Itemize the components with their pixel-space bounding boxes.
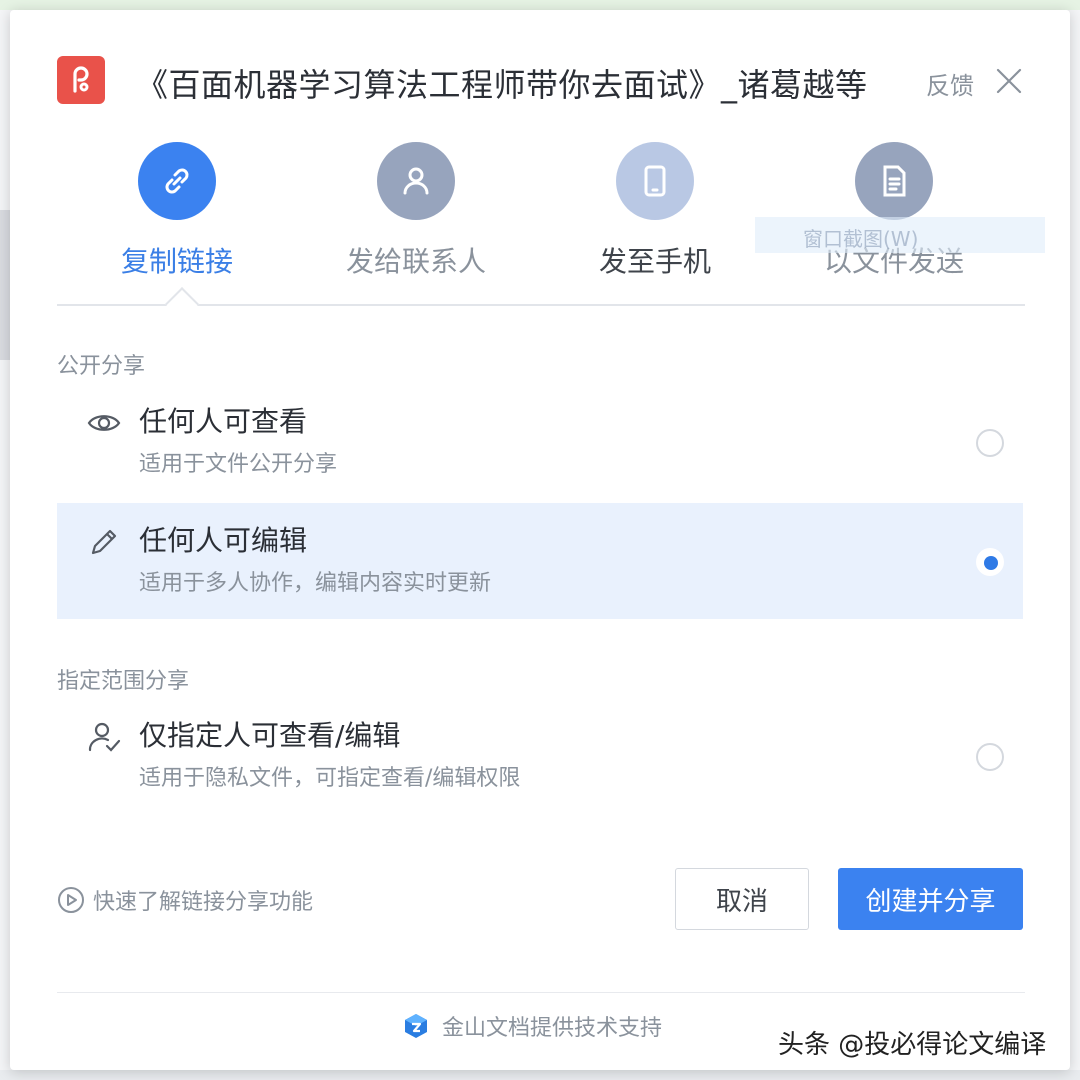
option-anyone-view[interactable]: 任何人可查看 适用于文件公开分享 [57, 384, 1023, 500]
radio-anyone-view[interactable] [976, 429, 1004, 457]
public-share-label: 公开分享 [57, 354, 146, 379]
person-icon [377, 142, 455, 220]
option-title: 仅指定人可查看/编辑 [139, 719, 401, 752]
kdocs-logo-icon [405, 1014, 427, 1038]
tab-divider [57, 304, 1025, 306]
eye-icon [87, 406, 121, 440]
help-link[interactable]: 快速了解链接分享功能 [57, 884, 313, 916]
cancel-button[interactable]: 取消 [675, 868, 809, 930]
option-description: 适用于隐私文件，可指定查看/编辑权限 [139, 766, 521, 791]
tab-label: 发至手机 [598, 245, 711, 278]
share-dialog: 《百面机器学习算法工程师带你去面试》_诸葛越等 反馈 复制链接 发给联系人 发至… [10, 10, 1070, 1070]
help-link-text: 快速了解链接分享功能 [93, 890, 314, 915]
background-window-top [0, 0, 1080, 10]
tab-copy-link[interactable]: 复制链接 [57, 142, 297, 292]
tab-label: 复制链接 [120, 245, 233, 278]
document-title: 《百面机器学习算法工程师带你去面试》_诸葛越等 [136, 66, 868, 104]
option-description: 适用于文件公开分享 [139, 452, 338, 477]
create-and-share-button[interactable]: 创建并分享 [838, 868, 1023, 930]
tab-send-to-contact[interactable]: 发给联系人 [296, 142, 536, 292]
option-title: 任何人可查看 [139, 405, 308, 438]
footer: 金山文档提供技术支持 [402, 1010, 662, 1042]
radio-anyone-edit[interactable] [976, 548, 1004, 576]
footer-text: 金山文档提供技术支持 [442, 1016, 663, 1041]
wps-pdf-logo [57, 56, 105, 104]
footer-divider [57, 992, 1025, 993]
pencil-icon [87, 525, 121, 559]
option-specified-people[interactable]: 仅指定人可查看/编辑 适用于隐私文件，可指定查看/编辑权限 [57, 698, 1023, 814]
screenshot-tooltip-ghost: 窗口截图(W) [755, 217, 1045, 253]
link-icon [138, 142, 216, 220]
file-icon [855, 142, 933, 220]
close-icon[interactable] [994, 66, 1024, 96]
person-check-icon [87, 720, 121, 754]
watermark: 头条 @投必得论文编译 [778, 1030, 1047, 1060]
tab-label: 发给联系人 [345, 245, 486, 278]
play-circle-icon [58, 887, 84, 913]
option-anyone-edit[interactable]: 任何人可编辑 适用于多人协作，编辑内容实时更新 [57, 503, 1023, 619]
restricted-share-label: 指定范围分享 [57, 669, 190, 694]
feedback-link[interactable]: 反馈 [926, 66, 974, 101]
option-title: 任何人可编辑 [139, 524, 308, 557]
option-description: 适用于多人协作，编辑内容实时更新 [139, 571, 492, 596]
radio-specified-people[interactable] [976, 743, 1004, 771]
tab-send-to-phone[interactable]: 发至手机 [535, 142, 775, 292]
phone-icon [616, 142, 694, 220]
